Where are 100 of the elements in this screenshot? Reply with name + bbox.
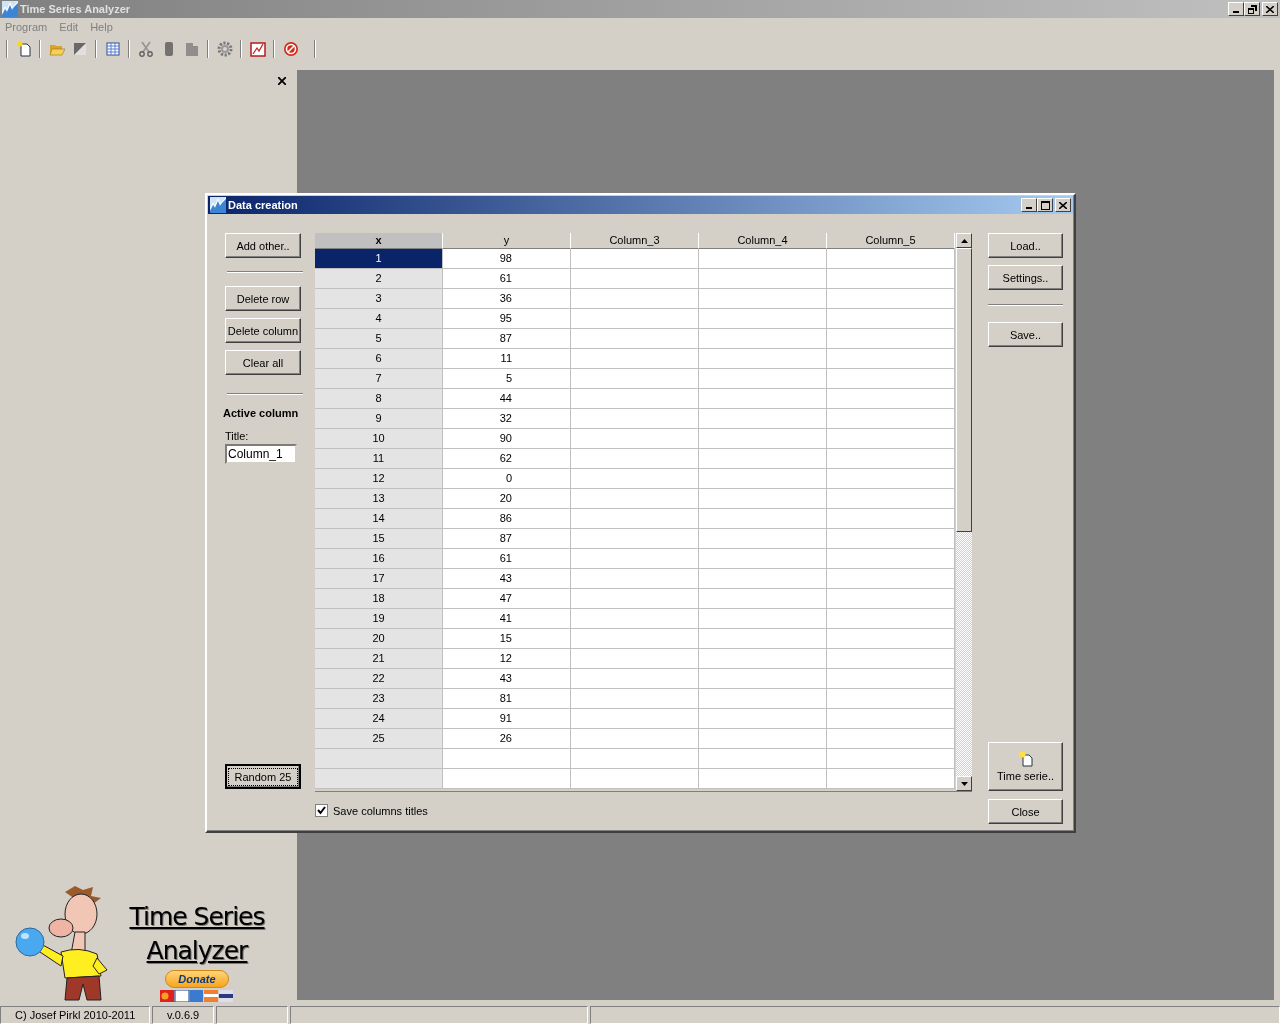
close-button[interactable] [1262, 2, 1278, 16]
paste-icon [183, 41, 200, 57]
section-heading: Active column [223, 407, 300, 419]
table-cell: 12 [443, 649, 571, 669]
table-cell: 18 [315, 589, 443, 609]
vertical-scrollbar[interactable] [956, 233, 972, 791]
checkbox[interactable] [315, 804, 328, 817]
title-field[interactable]: Column_1 [225, 444, 297, 464]
delete-row-button[interactable]: Delete row [225, 286, 301, 311]
table-cell: 19 [315, 609, 443, 629]
table-cell: 23 [315, 689, 443, 709]
down-arrow-icon [960, 781, 968, 786]
load-button[interactable]: Load.. [988, 233, 1063, 258]
scissors-icon [137, 41, 154, 57]
column-header[interactable]: Column_3 [571, 233, 699, 249]
table-cell: 61 [443, 549, 571, 569]
close-icon [1059, 201, 1067, 209]
table-cell: 98 [443, 249, 571, 269]
table-cell: 13 [315, 489, 443, 509]
table-cell: 1 [315, 249, 443, 269]
table-cell: 7 [315, 369, 443, 389]
chart-icon [210, 197, 226, 213]
restore-button[interactable] [1244, 2, 1260, 16]
new-file-icon [1018, 751, 1033, 767]
table-cell: 90 [443, 429, 571, 449]
chart-icon [2, 1, 18, 17]
table-cell: 43 [443, 669, 571, 689]
maximize-icon [1040, 200, 1050, 210]
checkbox-label: Save columns titles [333, 804, 428, 817]
close-button[interactable]: Close [988, 799, 1063, 824]
table-cell: 44 [443, 389, 571, 409]
minimize-button[interactable] [1228, 2, 1244, 16]
column-header[interactable]: Column_5 [827, 233, 955, 249]
table-cell: 32 [443, 409, 571, 429]
table-cell: 43 [443, 569, 571, 589]
delete-column-button[interactable]: Delete column [225, 318, 301, 343]
random-button[interactable]: Random 25 [225, 764, 301, 789]
logo-title: Time Series Analyzer [128, 901, 266, 967]
gear-icon [216, 41, 233, 57]
minimize-button[interactable] [1021, 198, 1037, 212]
close-button[interactable] [1055, 198, 1071, 212]
table-cell: 41 [443, 609, 571, 629]
table-cell: 9 [315, 409, 443, 429]
table-cell: 6 [315, 349, 443, 369]
column-header[interactable]: y [443, 233, 571, 249]
table-cell: 0 [443, 469, 571, 489]
table-cell: 47 [443, 589, 571, 609]
table-cell: 11 [443, 349, 571, 369]
time-serie-button[interactable]: Time serie.. [988, 742, 1063, 791]
table-cell: 10 [315, 429, 443, 449]
settings-button[interactable]: Settings.. [988, 265, 1063, 290]
table-cell: 12 [315, 469, 443, 489]
table-cell: 8 [315, 389, 443, 409]
table-cell: 86 [443, 509, 571, 529]
clear-all-button[interactable]: Clear all [225, 350, 301, 375]
status-panel: C) Josef Pirkl 2010-2011 [0, 1006, 150, 1024]
table-cell: 91 [443, 709, 571, 729]
table-cell: 61 [443, 269, 571, 289]
table-cell: 36 [443, 289, 571, 309]
table-cell: 15 [315, 529, 443, 549]
table-cell: 20 [315, 629, 443, 649]
close-icon[interactable] [278, 77, 286, 85]
table-cell: 2 [315, 269, 443, 289]
scrollbar-thumb[interactable] [956, 248, 972, 532]
table-cell: 21 [315, 649, 443, 669]
column-header[interactable]: x [315, 233, 443, 249]
table-cell: 5 [315, 329, 443, 349]
table-cell: 15 [443, 629, 571, 649]
status-panel: v.0.6.9 [152, 1006, 215, 1024]
table-cell: 3 [315, 289, 443, 309]
restore-icon [1247, 4, 1257, 14]
up-arrow-icon [960, 238, 968, 243]
table-cell: 87 [443, 329, 571, 349]
close-icon [1266, 5, 1274, 13]
table-cell: 22 [315, 669, 443, 689]
table-cell: 20 [443, 489, 571, 509]
table-cell: 62 [443, 449, 571, 469]
table-cell: 11 [315, 449, 443, 469]
table-cell: 5 [443, 369, 571, 389]
table-cell: 4 [315, 309, 443, 329]
title-label: Title: [225, 430, 250, 442]
table-icon [104, 41, 121, 57]
table-cell: 24 [315, 709, 443, 729]
table-cell: 17 [315, 569, 443, 589]
donate-button[interactable]: Donate [165, 970, 229, 988]
window-title: Time Series Analyzer [20, 3, 132, 15]
table-cell: 25 [315, 729, 443, 749]
stop-icon [282, 41, 299, 57]
chart-icon [249, 41, 266, 57]
table-cell: 95 [443, 309, 571, 329]
save-button[interactable]: Save.. [988, 322, 1063, 347]
table-cell: 16 [315, 549, 443, 569]
table-cell: 26 [443, 729, 571, 749]
table-cell: 87 [443, 529, 571, 549]
column-header[interactable]: Column_4 [699, 233, 827, 249]
square-icon [71, 41, 88, 57]
add-other-button[interactable]: Add other.. [225, 233, 301, 258]
dialog-title: Data creation [228, 199, 299, 211]
new-file-icon [15, 41, 32, 57]
maximize-button[interactable] [1037, 198, 1053, 212]
